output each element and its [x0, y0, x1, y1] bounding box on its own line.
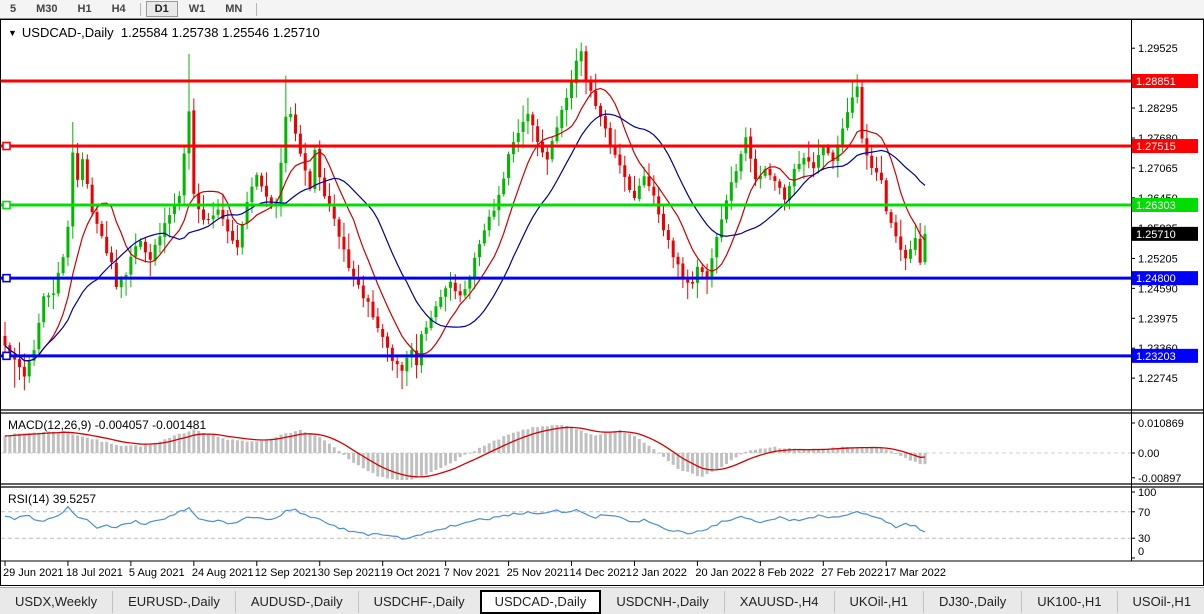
- hline-handle[interactable]: [2, 200, 11, 210]
- svg-text:1.27515: 1.27515: [1136, 141, 1176, 153]
- svg-text:20 Jan 2022: 20 Jan 2022: [695, 567, 756, 579]
- svg-text:1.22745: 1.22745: [1138, 373, 1178, 385]
- symbol-tab-dj30-daily[interactable]: DJ30-,Daily: [924, 590, 1023, 613]
- rsi-label: RSI(14): [8, 492, 50, 506]
- svg-text:2 Jan 2022: 2 Jan 2022: [632, 567, 686, 579]
- svg-text:1.29525: 1.29525: [1138, 43, 1178, 55]
- svg-text:5 Aug 2021: 5 Aug 2021: [129, 567, 185, 579]
- rsi-values: 39.5257: [52, 492, 97, 506]
- toolbar-separator: [256, 2, 258, 16]
- toolbar-timeframe-MN[interactable]: MN: [216, 1, 251, 17]
- svg-text:-0.00897: -0.00897: [1138, 473, 1181, 485]
- toolbar-timeframe-5[interactable]: 5: [1, 1, 25, 17]
- svg-text:0.00: 0.00: [1138, 448, 1159, 460]
- toolbar-timeframe-H1[interactable]: H1: [69, 1, 101, 17]
- svg-text:0.010869: 0.010869: [1138, 418, 1184, 430]
- svg-text:8 Feb 2022: 8 Feb 2022: [758, 567, 814, 579]
- symbol-tab-usdx-weekly[interactable]: USDX,Weekly: [0, 590, 114, 613]
- svg-text:7 Nov 2021: 7 Nov 2021: [444, 567, 500, 579]
- toolbar-separator: [139, 2, 141, 16]
- svg-text:25 Nov 2021: 25 Nov 2021: [507, 567, 569, 579]
- svg-text:1.28851: 1.28851: [1136, 76, 1176, 88]
- ma-fast-line: [4, 87, 926, 362]
- chevron-down-icon[interactable]: ▼: [8, 28, 17, 38]
- hline-handle[interactable]: [2, 273, 11, 283]
- symbol-tab-usoil-h1[interactable]: USOil-,H1: [1118, 591, 1204, 613]
- svg-text:100: 100: [1138, 487, 1156, 499]
- chart-title: ▼ USDCAD-,Daily 1.25584 1.25738 1.25546 1…: [8, 25, 320, 40]
- chart-symbol-label: USDCAD-,Daily: [21, 25, 114, 40]
- chart-ohlc-values: 1.25584 1.25738 1.25546 1.25710: [120, 25, 320, 40]
- svg-text:1.24800: 1.24800: [1136, 273, 1176, 285]
- svg-text:14 Dec 2021: 14 Dec 2021: [570, 567, 632, 579]
- macd-values: -0.004057 -0.001481: [94, 418, 207, 432]
- rsi-panel: 100 70 300: [1, 487, 1156, 559]
- svg-text:1.26303: 1.26303: [1136, 200, 1176, 212]
- svg-text:1.23975: 1.23975: [1138, 313, 1178, 325]
- symbol-tab-usdcnh-daily[interactable]: USDCNH-,Daily: [601, 590, 725, 613]
- price-axis[interactable]: 1.295251.282951.276801.270651.264501.258…: [1131, 43, 1198, 385]
- rsi-indicator-title: RSI(14) 39.5257: [8, 492, 96, 506]
- svg-text:29 Jun 2021: 29 Jun 2021: [3, 567, 64, 579]
- toolbar-timeframe-W1[interactable]: W1: [180, 1, 215, 17]
- svg-text:12 Sep 2021: 12 Sep 2021: [255, 567, 317, 579]
- svg-text:1.28295: 1.28295: [1138, 103, 1178, 115]
- symbol-tab-usdchf-daily[interactable]: USDCHF-,Daily: [359, 590, 481, 613]
- symbol-tab-xauusd-h4[interactable]: XAUUSD-,H4: [725, 590, 835, 613]
- hline-handle[interactable]: [2, 141, 11, 151]
- ma-slow-line: [4, 113, 926, 362]
- symbol-tabbar: USDX,Weekly EURUSD-,Daily AUDUSD-,Daily USD…: [0, 587, 1204, 614]
- svg-text:19 Oct 2021: 19 Oct 2021: [381, 567, 441, 579]
- svg-text:0: 0: [1138, 546, 1144, 558]
- macd-indicator-title: MACD(12,26,9) -0.004057 -0.001481: [8, 418, 206, 432]
- svg-text:17 Mar 2022: 17 Mar 2022: [884, 567, 946, 579]
- toolbar-timeframe-D1[interactable]: D1: [145, 1, 178, 17]
- symbol-tab-uk100-h1[interactable]: UK100-,H1: [1022, 590, 1118, 613]
- toolbar-timeframe-M30[interactable]: M30: [27, 1, 66, 17]
- symbol-tab-ukoil-h1[interactable]: UKOil-,H1: [835, 590, 925, 613]
- svg-text:30 Sep 2021: 30 Sep 2021: [318, 567, 380, 579]
- symbol-tab-audusd-daily[interactable]: AUDUSD-,Daily: [236, 590, 359, 613]
- chart-window[interactable]: ▼ USDCAD-,Daily 1.25584 1.25738 1.25546 1…: [0, 19, 1204, 587]
- svg-text:30: 30: [1138, 533, 1150, 545]
- svg-text:70: 70: [1138, 507, 1150, 519]
- chart-canvas[interactable]: 1.295251.282951.276801.270651.264501.258…: [0, 19, 1204, 587]
- svg-text:1.25710: 1.25710: [1136, 229, 1176, 241]
- toolbar-timeframe-H4[interactable]: H4: [103, 1, 135, 17]
- svg-text:24 Aug 2021: 24 Aug 2021: [192, 567, 254, 579]
- svg-text:1.25205: 1.25205: [1138, 253, 1178, 265]
- symbol-tab-eurusd-daily[interactable]: EURUSD-,Daily: [113, 590, 236, 613]
- hline-handle[interactable]: [2, 351, 11, 361]
- svg-text:1.24590: 1.24590: [1138, 283, 1178, 295]
- svg-text:1.27065: 1.27065: [1138, 163, 1178, 175]
- svg-text:18 Jul 2021: 18 Jul 2021: [66, 567, 123, 579]
- terminal-window: 5 M30 H1 H4 D1 W1 MN ▼ USDCAD-,Daily 1.25584 1.…: [0, 0, 1204, 614]
- macd-label: MACD(12,26,9): [8, 418, 92, 432]
- candlestick-series: [3, 42, 927, 391]
- macd-signal-line: [4, 426, 926, 478]
- time-axis[interactable]: 29 Jun 2021 18 Jul 2021 5 Aug 2021 24 Aug 2…: [3, 561, 946, 579]
- timeframe-toolbar: 5 M30 H1 H4 D1 W1 MN: [0, 0, 1204, 19]
- svg-text:1.23203: 1.23203: [1136, 351, 1176, 363]
- svg-text:27 Feb 2022: 27 Feb 2022: [821, 567, 883, 579]
- symbol-tab-usdcad-daily[interactable]: USDCAD-,Daily: [479, 589, 602, 614]
